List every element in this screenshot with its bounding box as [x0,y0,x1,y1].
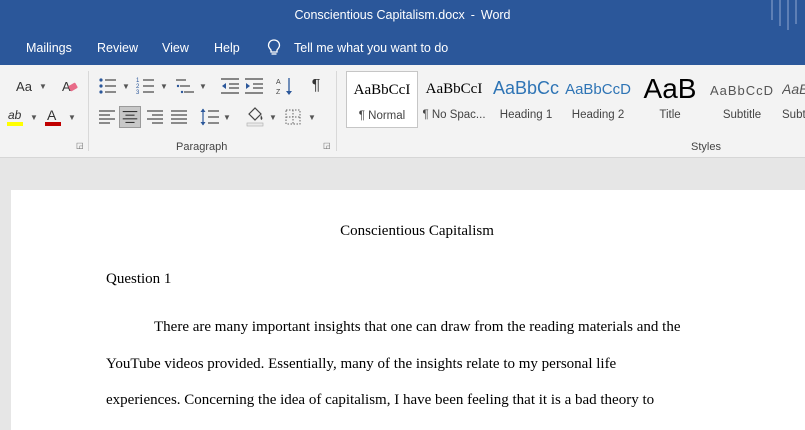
style-heading-1[interactable]: AaBbCc Heading 1 [490,71,562,128]
change-case-caret-icon[interactable]: ▼ [39,82,47,91]
paragraph-dialog-launcher-icon[interactable]: ◲ [323,142,331,150]
paragraph-group-label: Paragraph [176,141,228,153]
borders-icon[interactable] [282,106,304,128]
style-name: Title [659,109,681,121]
style-sample: AaBbCc [492,78,560,98]
style-sample: AaBbCcI [353,82,411,98]
change-case-label: Aa [16,78,32,94]
shading-icon[interactable] [244,106,266,128]
numbering-caret-icon[interactable]: ▼ [160,82,168,91]
tab-review[interactable]: Review [97,41,138,55]
style-sample: AaB [643,73,697,104]
style-sample: AaBbCcD [709,83,775,98]
tab-mailings[interactable]: Mailings [26,41,72,55]
question-heading[interactable]: Question 1 [106,271,171,288]
tab-help[interactable]: Help [214,41,240,55]
paragraph-line[interactable]: YouTube videos provided. Essentially, ma… [106,356,616,373]
pilcrow-icon: ¶ [311,77,321,94]
style-sample: AaBbCcD [565,81,631,98]
align-right-icon[interactable] [144,106,166,128]
bullets-caret-icon[interactable]: ▼ [122,82,130,91]
font-color-icon[interactable]: A [42,106,64,128]
style-normal[interactable]: AaBbCcI ¶ Normal [346,71,418,128]
style-name: ¶ Normal [358,110,406,122]
multilevel-caret-icon[interactable]: ▼ [199,82,207,91]
group-divider [88,71,89,151]
ribbon: Aa ▼ A ab ▼ A ▼ ◲ ▼ 123 ▼ ▼ AZ ¶ ▼ ▼ ▼ P… [0,65,805,158]
window-title: Conscientious Capitalism.docx - Word [0,8,805,22]
decrease-indent-icon[interactable] [219,75,241,97]
style-name: Subtitle [722,109,762,121]
style-subtle-emphasis[interactable]: AaB Subt [778,71,805,128]
bullets-icon[interactable] [97,75,119,97]
font-color-caret-icon[interactable]: ▼ [68,113,76,122]
tell-me-search[interactable]: Tell me what you want to do [294,41,448,55]
style-sample: AaBbCcI [425,81,483,97]
highlight-caret-icon[interactable]: ▼ [30,113,38,122]
style-name: Heading 2 [571,109,625,121]
style-name: Heading 1 [499,109,553,121]
sort-icon[interactable]: AZ [274,75,296,97]
paragraph-line[interactable]: There are many important insights that o… [154,319,680,336]
shading-caret-icon[interactable]: ▼ [269,113,277,122]
line-spacing-icon[interactable] [199,106,221,128]
document-title[interactable]: Conscientious Capitalism [11,223,805,240]
style-title[interactable]: AaB Title [634,71,706,128]
borders-caret-icon[interactable]: ▼ [308,113,316,122]
justify-icon[interactable] [168,106,190,128]
font-dialog-launcher-icon[interactable]: ◲ [76,142,84,150]
style-name: Subt [782,109,805,121]
svg-text:A: A [47,107,57,123]
align-center-icon[interactable] [119,106,141,128]
line-spacing-caret-icon[interactable]: ▼ [223,113,231,122]
lightbulb-icon[interactable] [267,39,281,57]
numbering-icon[interactable]: 123 [135,75,157,97]
ribbon-tabs: Mailings Review View Help Tell me what y… [0,32,805,65]
style-name: ¶ No Spac... [422,109,486,121]
clear-formatting-icon[interactable]: A [58,75,80,97]
multilevel-list-icon[interactable] [174,75,196,97]
change-case-button[interactable]: Aa [12,75,36,97]
group-divider [336,71,337,151]
show-formatting-marks-button[interactable]: ¶ [305,75,327,97]
title-separator: - [470,8,475,22]
svg-text:Z: Z [276,89,281,96]
style-sample: AaB [782,81,805,97]
title-bar: Conscientious Capitalism.docx - Word [0,0,805,32]
styles-group-label: Styles [691,141,721,153]
svg-text:ab: ab [8,108,22,122]
style-no-spacing[interactable]: AaBbCcI ¶ No Spac... [418,71,490,128]
highlight-color-icon[interactable]: ab [5,106,27,128]
document-area[interactable]: Conscientious Capitalism Question 1 Ther… [0,158,805,430]
document-page[interactable]: Conscientious Capitalism Question 1 Ther… [11,190,805,430]
svg-text:A: A [276,79,281,86]
increase-indent-icon[interactable] [243,75,265,97]
document-name: Conscientious Capitalism.docx [294,8,465,22]
svg-text:3: 3 [136,90,140,96]
window-decoration-icon [771,0,797,30]
style-heading-2[interactable]: AaBbCcD Heading 2 [562,71,634,128]
app-name: Word [480,8,511,22]
style-subtitle[interactable]: AaBbCcD Subtitle [706,71,778,128]
tab-view[interactable]: View [162,41,189,55]
paragraph-line[interactable]: experiences. Concerning the idea of capi… [106,392,654,409]
align-left-icon[interactable] [96,106,118,128]
